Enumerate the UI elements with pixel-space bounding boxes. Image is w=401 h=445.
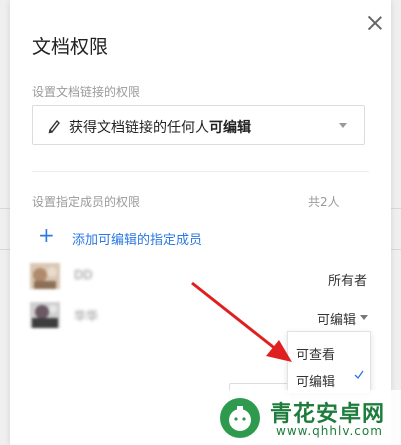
role-dropdown: 可查看 可编辑 (287, 331, 371, 394)
link-permission-value: 获得文档链接的任何人可编辑 (69, 117, 251, 137)
member-role-select[interactable]: 可编辑 (317, 309, 356, 328)
check-icon (354, 370, 364, 380)
close-icon[interactable] (366, 14, 384, 32)
chevron-down-icon (360, 315, 368, 320)
avatar (30, 263, 60, 289)
section-divider (32, 171, 369, 172)
member-role: 所有者 (327, 274, 367, 289)
link-permission-select[interactable]: 获得文档链接的任何人可编辑 (32, 105, 365, 145)
avatar (30, 302, 60, 328)
member-name: 华华 (74, 309, 99, 323)
watermark-url: www.qhhlv.com (276, 424, 383, 438)
dropdown-option[interactable]: 可查看 (296, 344, 335, 363)
link-permission-level: 可编辑 (209, 120, 251, 136)
member-row: DD 所有者 (30, 263, 370, 293)
link-permission-label: 设置文档链接的权限 (32, 85, 141, 99)
pencil-icon (48, 119, 60, 134)
watermark: 青花安卓网 www.qhhlv.com (210, 390, 401, 445)
member-row: 华华 可编辑 (30, 302, 370, 332)
member-name: DD (74, 268, 93, 282)
add-editor-label: 添加可编辑的指定成员 (72, 233, 203, 248)
link-permission-prefix: 获得文档链接的任何人 (69, 120, 209, 136)
dropdown-option[interactable]: 可编辑 (296, 371, 335, 390)
chevron-down-icon (339, 123, 347, 128)
dialog-title: 文档权限 (32, 36, 109, 58)
member-count: 共2人 (308, 195, 340, 209)
member-permission-label: 设置指定成员的权限 (32, 195, 141, 209)
plus-icon: + (38, 223, 55, 247)
watermark-logo-icon (220, 398, 260, 438)
